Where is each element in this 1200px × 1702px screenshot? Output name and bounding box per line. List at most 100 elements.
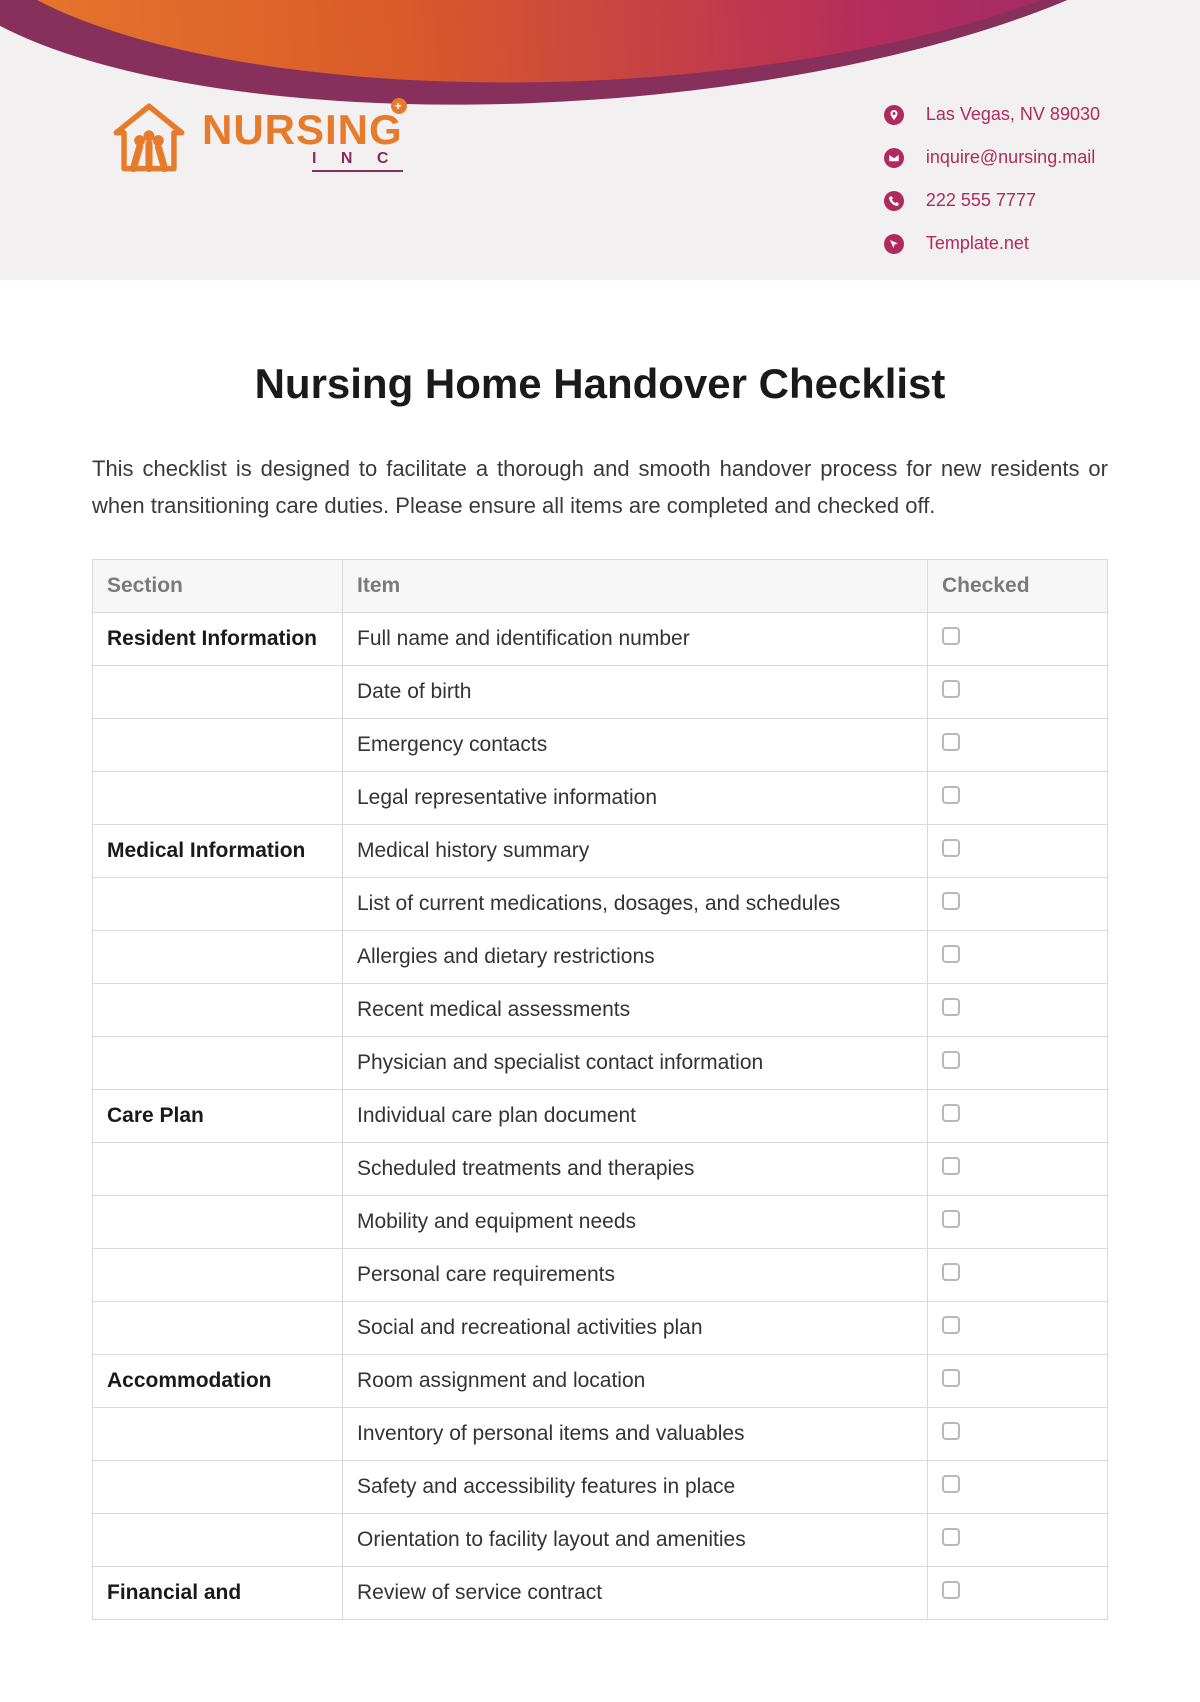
checkbox[interactable] xyxy=(942,1422,960,1440)
contact-address: Las Vegas, NV 89030 xyxy=(884,104,1100,125)
contact-block: Las Vegas, NV 89030 inquire@nursing.mail… xyxy=(884,100,1100,254)
checkbox[interactable] xyxy=(942,998,960,1016)
table-row: Allergies and dietary restrictions xyxy=(93,930,1108,983)
intro-paragraph: This checklist is designed to facilitate… xyxy=(92,450,1108,525)
checkbox[interactable] xyxy=(942,1369,960,1387)
section-cell xyxy=(93,1407,343,1460)
section-cell: Financial and xyxy=(93,1566,343,1619)
item-cell: Physician and specialist contact informa… xyxy=(343,1036,928,1089)
check-cell xyxy=(928,930,1108,983)
checkbox[interactable] xyxy=(942,1051,960,1069)
col-header-item: Item xyxy=(343,559,928,612)
section-cell xyxy=(93,1142,343,1195)
section-cell xyxy=(93,718,343,771)
checkbox[interactable] xyxy=(942,627,960,645)
table-row: List of current medications, dosages, an… xyxy=(93,877,1108,930)
checkbox[interactable] xyxy=(942,1581,960,1599)
check-cell xyxy=(928,1142,1108,1195)
table-row: Legal representative information xyxy=(93,771,1108,824)
contact-phone-text: 222 555 7777 xyxy=(926,190,1036,211)
check-cell xyxy=(928,1460,1108,1513)
table-row: Social and recreational activities plan xyxy=(93,1301,1108,1354)
check-cell xyxy=(928,612,1108,665)
section-cell: Accommodation xyxy=(93,1354,343,1407)
item-cell: Review of service contract xyxy=(343,1566,928,1619)
item-cell: Emergency contacts xyxy=(343,718,928,771)
check-cell xyxy=(928,824,1108,877)
check-cell xyxy=(928,983,1108,1036)
item-cell: Individual care plan document xyxy=(343,1089,928,1142)
section-cell xyxy=(93,771,343,824)
section-cell xyxy=(93,1248,343,1301)
section-cell: Resident Information xyxy=(93,612,343,665)
header-band: NURSING + I N C Las Vegas, NV 89030 xyxy=(0,0,1200,280)
mail-icon xyxy=(884,148,904,168)
check-cell xyxy=(928,1407,1108,1460)
check-cell xyxy=(928,1089,1108,1142)
item-cell: Full name and identification number xyxy=(343,612,928,665)
item-cell: Medical history summary xyxy=(343,824,928,877)
item-cell: Safety and accessibility features in pla… xyxy=(343,1460,928,1513)
contact-website-text: Template.net xyxy=(926,233,1029,254)
checkbox[interactable] xyxy=(942,1263,960,1281)
item-cell: Scheduled treatments and therapies xyxy=(343,1142,928,1195)
logo-main-text: NURSING + xyxy=(202,106,403,154)
contact-website: Template.net xyxy=(884,233,1100,254)
table-row: Safety and accessibility features in pla… xyxy=(93,1460,1108,1513)
table-row: AccommodationRoom assignment and locatio… xyxy=(93,1354,1108,1407)
section-cell xyxy=(93,1460,343,1513)
section-cell xyxy=(93,877,343,930)
contact-email-text: inquire@nursing.mail xyxy=(926,147,1095,168)
checkbox[interactable] xyxy=(942,733,960,751)
checkbox[interactable] xyxy=(942,892,960,910)
item-cell: Allergies and dietary restrictions xyxy=(343,930,928,983)
phone-icon xyxy=(884,191,904,211)
check-cell xyxy=(928,1566,1108,1619)
checkbox[interactable] xyxy=(942,1104,960,1122)
table-row: Personal care requirements xyxy=(93,1248,1108,1301)
checkbox[interactable] xyxy=(942,1475,960,1493)
checkbox[interactable] xyxy=(942,945,960,963)
table-row: Scheduled treatments and therapies xyxy=(93,1142,1108,1195)
item-cell: Legal representative information xyxy=(343,771,928,824)
section-cell xyxy=(93,1036,343,1089)
item-cell: Room assignment and location xyxy=(343,1354,928,1407)
checkbox[interactable] xyxy=(942,839,960,857)
checkbox[interactable] xyxy=(942,680,960,698)
check-cell xyxy=(928,1036,1108,1089)
contact-email: inquire@nursing.mail xyxy=(884,147,1100,168)
check-cell xyxy=(928,1301,1108,1354)
table-row: Inventory of personal items and valuable… xyxy=(93,1407,1108,1460)
checkbox[interactable] xyxy=(942,1528,960,1546)
checkbox[interactable] xyxy=(942,1316,960,1334)
checkbox[interactable] xyxy=(942,786,960,804)
contact-address-text: Las Vegas, NV 89030 xyxy=(926,104,1100,125)
logo-house-icon xyxy=(110,100,188,178)
section-cell xyxy=(93,1513,343,1566)
check-cell xyxy=(928,665,1108,718)
check-cell xyxy=(928,877,1108,930)
table-row: Recent medical assessments xyxy=(93,983,1108,1036)
check-cell xyxy=(928,718,1108,771)
check-cell xyxy=(928,771,1108,824)
table-row: Date of birth xyxy=(93,665,1108,718)
location-pin-icon xyxy=(884,105,904,125)
table-row: Physician and specialist contact informa… xyxy=(93,1036,1108,1089)
item-cell: Inventory of personal items and valuable… xyxy=(343,1407,928,1460)
section-cell xyxy=(93,1195,343,1248)
logo: NURSING + I N C xyxy=(110,100,403,178)
section-cell: Care Plan xyxy=(93,1089,343,1142)
table-row: Medical InformationMedical history summa… xyxy=(93,824,1108,877)
item-cell: Date of birth xyxy=(343,665,928,718)
checkbox[interactable] xyxy=(942,1210,960,1228)
table-row: Emergency contacts xyxy=(93,718,1108,771)
item-cell: Social and recreational activities plan xyxy=(343,1301,928,1354)
item-cell: List of current medications, dosages, an… xyxy=(343,877,928,930)
item-cell: Personal care requirements xyxy=(343,1248,928,1301)
table-row-truncated: Financial andReview of service contract xyxy=(93,1566,1108,1619)
item-cell: Orientation to facility layout and ameni… xyxy=(343,1513,928,1566)
checkbox[interactable] xyxy=(942,1157,960,1175)
check-cell xyxy=(928,1513,1108,1566)
check-cell xyxy=(928,1248,1108,1301)
section-cell xyxy=(93,1301,343,1354)
